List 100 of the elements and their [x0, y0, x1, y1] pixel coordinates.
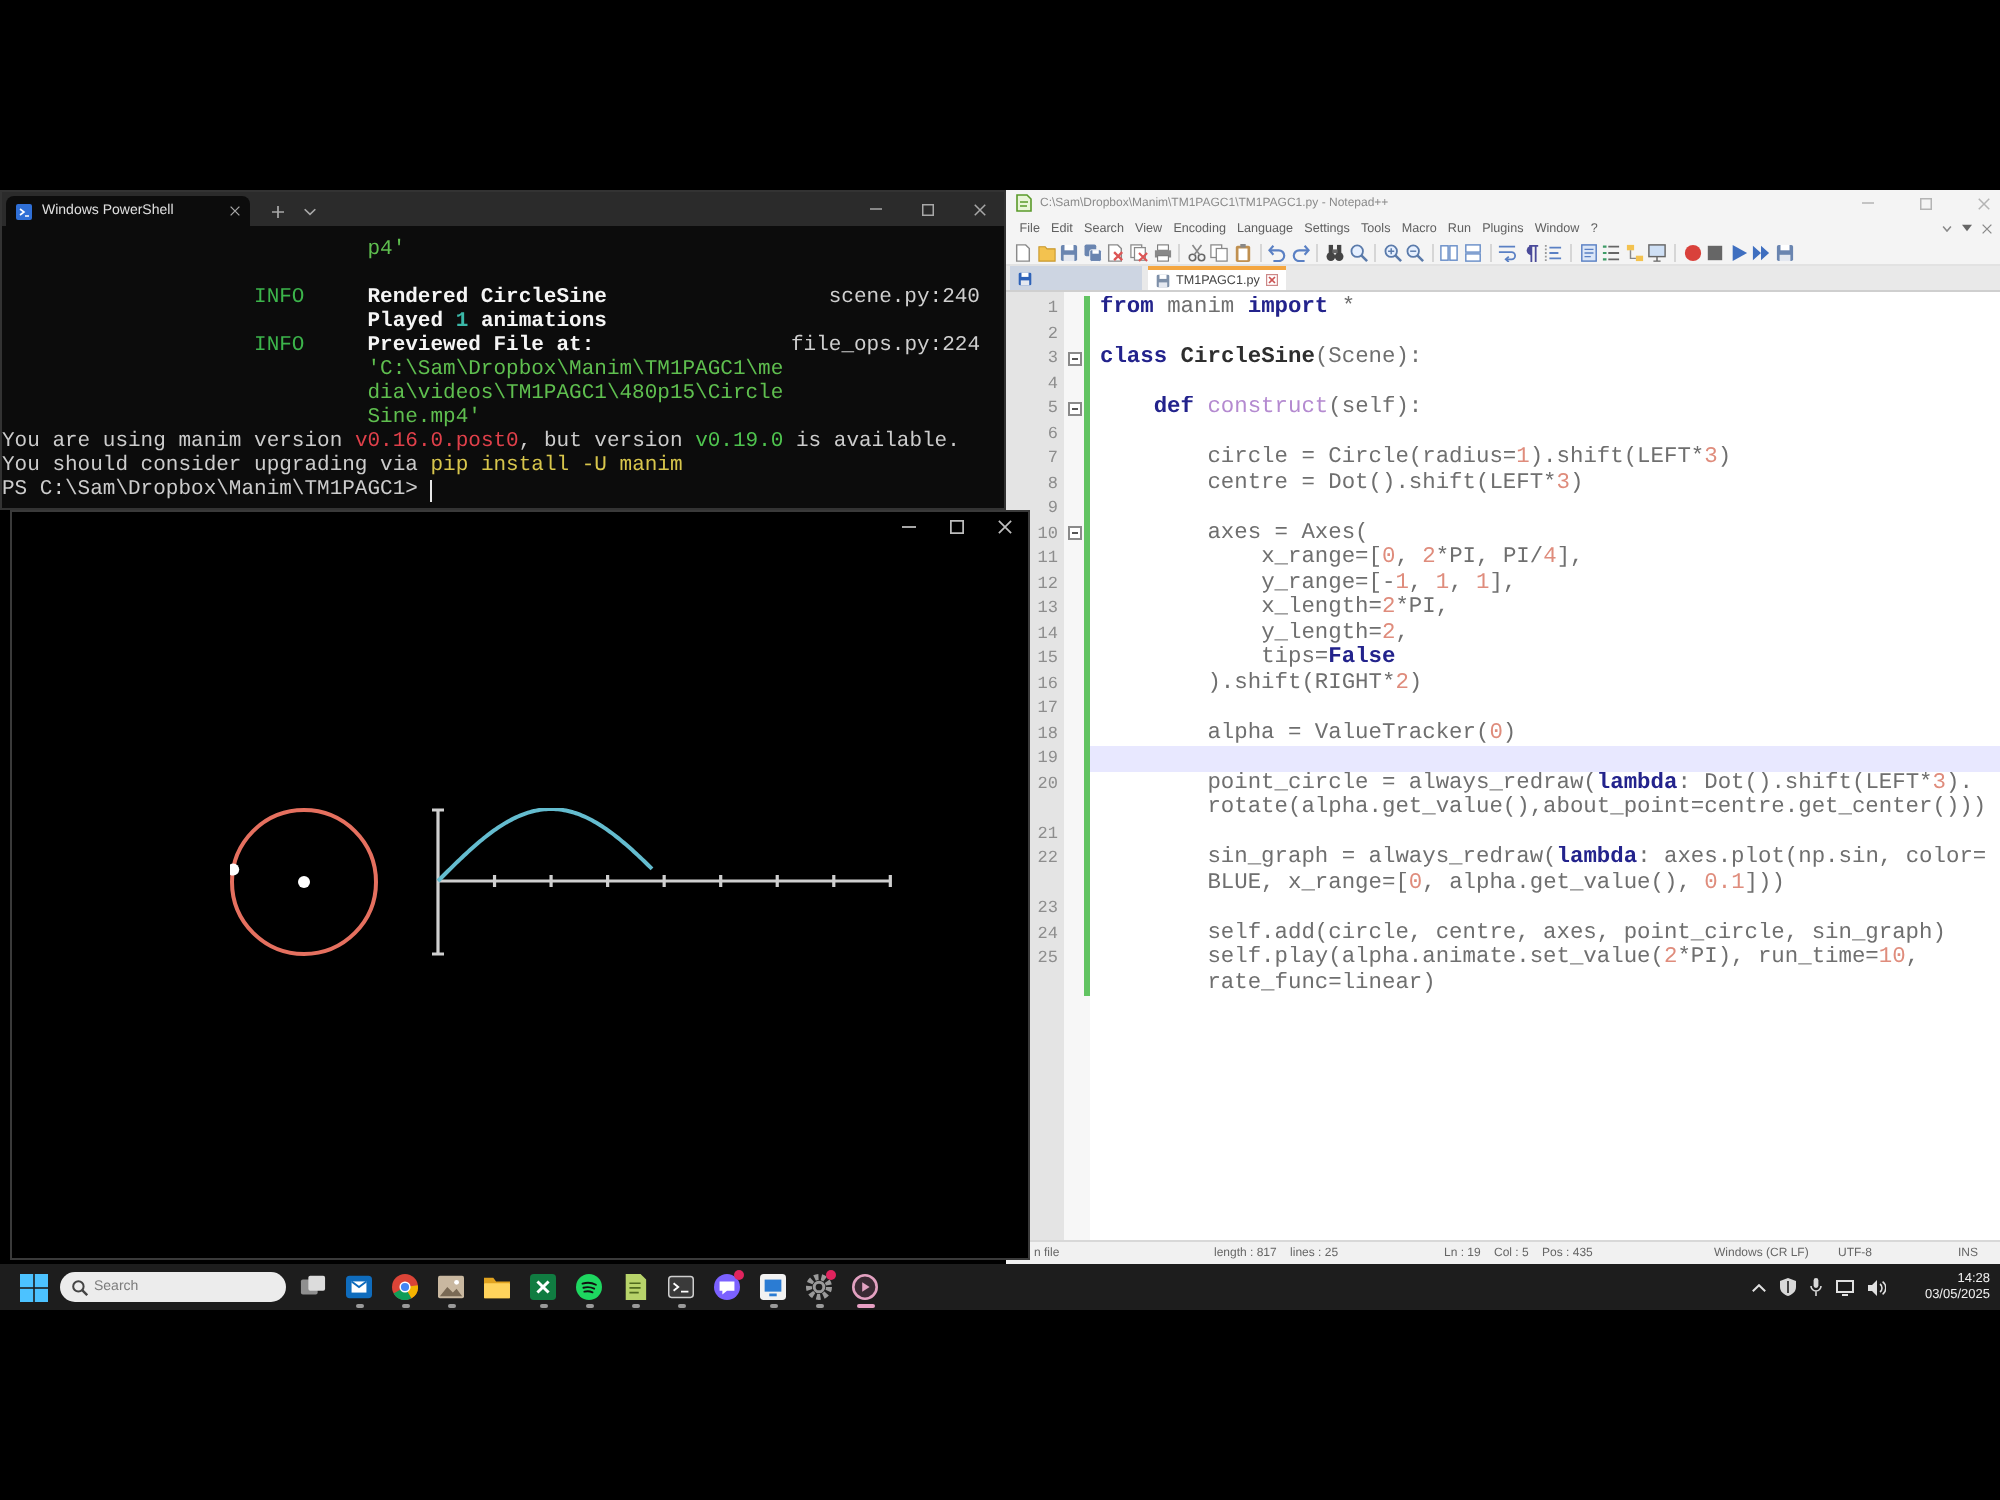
pages-cross-icon[interactable] [1129, 243, 1148, 261]
rows-icon[interactable] [1464, 243, 1483, 261]
line-number: 2 [1047, 323, 1058, 343]
line-number: 23 [1037, 898, 1058, 918]
code-line: y_length=2, [1261, 621, 1409, 645]
close-icon[interactable] [998, 520, 1012, 534]
gear-icon[interactable] [806, 1274, 832, 1300]
code-line: sin_graph = always_redraw(lambda: axes.plot(np.sin, color= [1207, 846, 1987, 870]
spreadsheet-icon[interactable] [530, 1274, 556, 1300]
undo-icon[interactable] [1268, 243, 1287, 261]
mail-icon[interactable] [346, 1274, 372, 1300]
notepad-icon [1016, 194, 1032, 212]
line-number: 8 [1047, 473, 1058, 493]
line-number: 13 [1037, 598, 1058, 618]
line-number: 15 [1037, 648, 1058, 668]
microphone-icon[interactable] [1810, 1278, 1823, 1296]
search-icon [72, 1279, 88, 1295]
play-icon[interactable] [852, 1274, 878, 1300]
task-view-icon[interactable] [300, 1274, 326, 1300]
code-line: point_circle = always_redraw(lambda: Dot().shift(LEFT*3). [1207, 771, 1973, 795]
log-message: Sine.mp4' [367, 406, 481, 430]
plus-icon[interactable] [272, 205, 284, 217]
line-number: 11 [1037, 548, 1058, 568]
line-number: 4 [1047, 373, 1058, 393]
binoculars-icon[interactable] [1325, 243, 1344, 261]
code-line: y_range=[-1, 1, 1], [1261, 571, 1517, 595]
source-location: file_ops.py:224 [790, 334, 980, 358]
close-icon[interactable] [974, 203, 986, 215]
fold-icon[interactable] [1067, 351, 1081, 366]
copy-icon[interactable] [1210, 243, 1229, 261]
chevron-down-icon[interactable] [1942, 225, 1952, 231]
source-location: scene.py:240 [828, 286, 980, 310]
line-number: 22 [1037, 848, 1058, 868]
indent-guide-icon[interactable] [1544, 243, 1563, 261]
scissors-icon[interactable] [1187, 243, 1206, 261]
code-line: tips=False [1261, 646, 1396, 670]
speaker-icon[interactable] [1868, 1279, 1887, 1295]
code-line: class CircleSine(Scene): [1100, 346, 1423, 370]
maximize-icon[interactable] [922, 203, 934, 215]
line-number: 24 [1037, 923, 1058, 943]
fold-icon[interactable] [1067, 526, 1081, 541]
close-icon[interactable] [230, 206, 240, 216]
folder-icon[interactable] [484, 1274, 510, 1300]
line-number: 20 [1037, 773, 1058, 793]
text-cursor [430, 479, 433, 501]
notepad-icon[interactable] [622, 1274, 648, 1300]
pilcrow-icon[interactable] [1521, 243, 1540, 261]
log-message: Played 1 animations [367, 310, 607, 334]
line-number: 12 [1037, 573, 1058, 593]
code-line: alpha = ValueTracker(0) [1207, 721, 1517, 745]
page-cross-icon[interactable] [1106, 243, 1125, 261]
code-line: rotate(alpha.get_value(),about_point=centre.get_center())) [1207, 796, 1987, 820]
fold-icon[interactable] [1067, 401, 1081, 416]
editor-tab[interactable] [1010, 266, 1142, 290]
line-number: 18 [1037, 723, 1058, 743]
log-message: dia\videos\TM1PAGC1\480p15\Circle [367, 382, 784, 406]
terminal-icon[interactable] [668, 1274, 694, 1300]
chevron-down-icon[interactable] [304, 207, 316, 215]
chat-icon[interactable] [714, 1274, 740, 1300]
code-line: axes = Axes( [1207, 521, 1369, 545]
command-prompt: PS C:\Sam\Dropbox\Manim\TM1PAGC1> [2, 478, 418, 502]
zoom-out-icon[interactable] [1406, 243, 1425, 261]
list-icon[interactable] [1602, 243, 1621, 261]
search-icon[interactable] [1349, 243, 1367, 261]
line-number: 19 [1037, 748, 1058, 768]
monitor-icon[interactable] [1836, 1279, 1855, 1295]
redo-icon[interactable] [1291, 243, 1310, 261]
chevron-up-icon[interactable] [1752, 1283, 1767, 1291]
code-line: centre = Dot().shift(LEFT*3) [1207, 471, 1584, 495]
tree-icon[interactable] [1625, 243, 1644, 261]
code-line: x_range=[0, 2*PI, PI/4], [1261, 546, 1584, 570]
zoom-in-icon[interactable] [1383, 243, 1402, 261]
picture-icon[interactable] [438, 1274, 464, 1300]
shield-icon[interactable] [1780, 1278, 1797, 1296]
line-number: 5 [1047, 398, 1058, 418]
code-line: def construct(self): [1153, 396, 1423, 420]
printer-icon[interactable] [1153, 243, 1172, 261]
browser-icon[interactable] [392, 1274, 418, 1300]
line-number: 6 [1047, 423, 1058, 443]
console-text: You are using manim version v0.16.0.post0, but version v0.19.0 is available. [2, 430, 960, 454]
log-message: Previewed File at: [367, 334, 595, 358]
code-line: self.add(circle, centre, axes, point_circle, sin_graph) [1207, 921, 1946, 945]
floppy-disks-icon[interactable] [1083, 243, 1102, 261]
wrap-icon[interactable] [1498, 243, 1517, 261]
line-number: 25 [1037, 948, 1058, 968]
columns-icon[interactable] [1440, 243, 1459, 261]
clipboard-icon[interactable] [1233, 243, 1252, 261]
log-level: INFO [254, 334, 307, 358]
log-message: Rendered CircleSine [367, 286, 607, 310]
maximize-icon[interactable] [950, 520, 964, 534]
stop-icon[interactable] [1706, 243, 1725, 261]
start-icon[interactable] [20, 1273, 48, 1301]
music-icon[interactable] [576, 1274, 602, 1300]
line-number: 21 [1037, 823, 1058, 843]
line-number: 1 [1047, 298, 1058, 318]
record-icon[interactable] [1683, 243, 1702, 261]
caret-down-icon[interactable] [1962, 224, 1972, 232]
line-number: 17 [1037, 698, 1058, 718]
document-icon[interactable] [1579, 243, 1598, 261]
line-number: 14 [1037, 623, 1058, 643]
